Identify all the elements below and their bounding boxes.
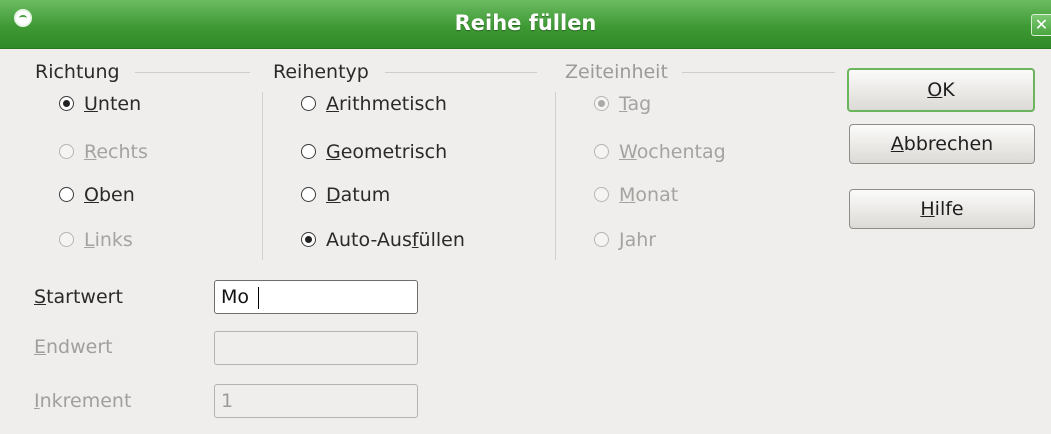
radio-links-circle[interactable] — [59, 232, 74, 247]
group-reihentyp: Reihentyp — [273, 59, 537, 85]
radio-unten-circle[interactable] — [59, 96, 74, 111]
radio-datum-circle[interactable] — [301, 187, 316, 202]
endwert-label: Endwert — [34, 336, 113, 358]
group-reihentyp-rule — [385, 72, 537, 73]
endwert-input[interactable] — [214, 331, 418, 365]
radio-datum-label: Datum — [326, 184, 391, 206]
inkrement-input[interactable]: 1 — [214, 384, 418, 418]
radio-jahr-circle[interactable] — [594, 232, 609, 247]
title-bar[interactable]: Reihe füllen ✕ — [0, 0, 1051, 49]
radio-monat-label: Monat — [619, 184, 679, 206]
inkrement-label: Inkrement — [34, 390, 132, 412]
group-zeiteinheit: Zeiteinheit — [565, 59, 835, 85]
radio-tag-circle[interactable] — [594, 96, 609, 111]
group-zeiteinheit-label: Zeiteinheit — [565, 61, 668, 83]
radio-arithmetisch-label: Arithmetisch — [326, 93, 447, 115]
radio-unten-label: Unten — [84, 93, 142, 115]
radio-geometrisch-label: Geometrisch — [326, 141, 448, 163]
group-zeiteinheit-rule — [682, 72, 835, 73]
group-reihentyp-label: Reihentyp — [273, 61, 369, 83]
radio-monat-circle[interactable] — [594, 187, 609, 202]
group-richtung: Richtung — [35, 59, 250, 85]
radio-auto-ausfuellen-circle[interactable] — [301, 232, 316, 247]
ok-button[interactable]: OK — [847, 68, 1035, 112]
radio-rechts-circle[interactable] — [59, 144, 74, 159]
radio-tag-label: Tag — [619, 93, 652, 115]
radio-rechts-label: Rechts — [84, 141, 148, 163]
radio-geometrisch-circle[interactable] — [301, 144, 316, 159]
radio-oben-circle[interactable] — [59, 187, 74, 202]
radio-links-label: Links — [84, 229, 133, 251]
hilfe-button[interactable]: Hilfe — [849, 189, 1035, 229]
radio-wochentag-circle[interactable] — [594, 144, 609, 159]
startwert-input[interactable]: Mo — [214, 280, 418, 314]
group-richtung-label: Richtung — [35, 61, 120, 83]
separator-1 — [262, 92, 263, 260]
close-icon[interactable]: ✕ — [1031, 14, 1051, 36]
dialog-title: Reihe füllen — [454, 11, 597, 35]
radio-wochentag-label: Wochentag — [619, 141, 726, 163]
radio-arithmetisch-circle[interactable] — [301, 96, 316, 111]
abbrechen-button[interactable]: Abbrechen — [849, 124, 1035, 164]
group-richtung-rule — [135, 72, 250, 73]
radio-oben-label: Oben — [84, 184, 135, 206]
separator-2 — [555, 92, 556, 260]
radio-jahr-label: Jahr — [619, 229, 657, 251]
startwert-label: Startwert — [34, 286, 123, 308]
radio-auto-ausfuellen-label: Auto-Ausfüllen — [326, 229, 465, 251]
